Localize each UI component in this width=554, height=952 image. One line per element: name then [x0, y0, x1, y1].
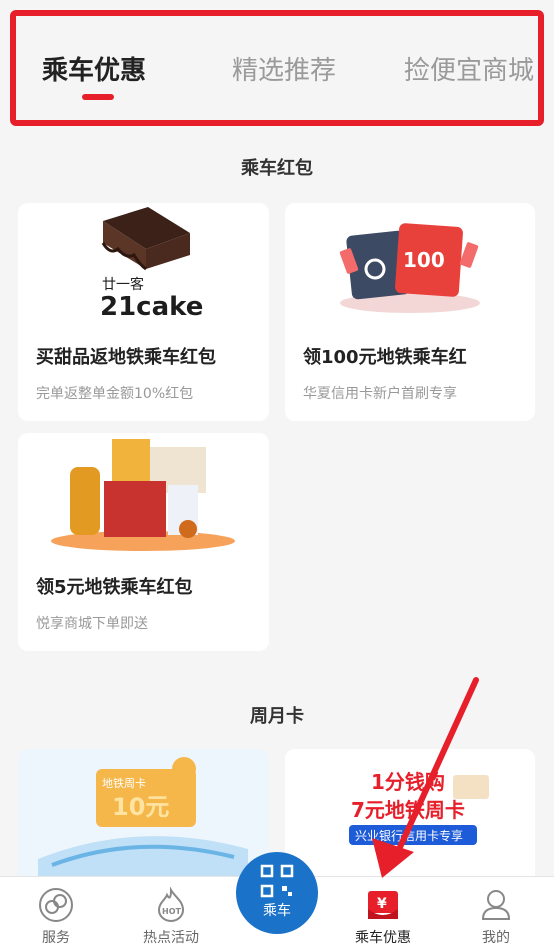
product-bundle-image — [51, 439, 235, 551]
promo-card-5-yuan[interactable]: 领5元地铁乘车红包 悦享商城下单即送 — [18, 433, 269, 651]
user-icon — [481, 890, 511, 920]
card-subtitle: 华夏信用卡新户首刷专享 — [303, 386, 457, 402]
card-title: 买甜品返地铁乘车红包 — [36, 347, 216, 368]
red-packet-cards-image: 100 — [339, 223, 480, 313]
svg-text:HOT: HOT — [162, 907, 181, 916]
nav-label-hot: 热点活动 — [143, 930, 199, 946]
metro-10-yuan-card-image: 地铁周卡 10元 — [18, 749, 269, 889]
period-card-tag: 地铁周卡 — [102, 777, 146, 790]
period-card-10-yuan[interactable]: 地铁周卡 10元 — [18, 749, 269, 889]
nav-label-mine: 我的 — [482, 930, 510, 946]
logo-brand-text: 21cake — [100, 292, 203, 322]
nav-hot-activity[interactable]: HOT 热点活动 — [121, 877, 221, 952]
metro-week-card-promo-image: 1分钱购 7元地铁周卡 兴业银行信用卡专享 — [349, 770, 489, 845]
card-subtitle: 完单返整单金额10%红包 — [36, 386, 194, 402]
tab-featured[interactable]: 精选推荐 — [232, 50, 336, 87]
amount-text: 100 — [403, 248, 445, 272]
tab-bar: 乘车优惠 精选推荐 捡便宜商城 — [10, 10, 544, 126]
promo-card-100-yuan[interactable]: 100 领100元地铁乘车红 华夏信用卡新户首刷专享 — [285, 203, 535, 421]
nav-label-service: 服务 — [42, 930, 70, 946]
nav-label-coupon: 乘车优惠 — [355, 930, 411, 946]
card-title: 领100元地铁乘车红 — [303, 347, 467, 368]
tab-ride-discount[interactable]: 乘车优惠 — [42, 50, 146, 87]
hot-flame-icon: HOT — [157, 887, 185, 922]
promo-line-2: 7元地铁周卡 — [351, 798, 465, 822]
qr-code-icon — [260, 864, 294, 898]
21cake-logo-image: 廿一客 21cake — [100, 207, 203, 322]
card-title: 领5元地铁乘车红包 — [36, 577, 193, 598]
active-tab-indicator — [82, 94, 114, 100]
logo-cn-text: 廿一客 — [102, 276, 144, 293]
section-title-red-packet: 乘车红包 — [241, 158, 313, 179]
promo-line-1: 1分钱购 — [371, 770, 445, 794]
tab-bargain-mall[interactable]: 捡便宜商城 — [404, 50, 534, 87]
coupon-yen-icon: ¥ — [368, 891, 398, 919]
svg-text:¥: ¥ — [377, 896, 387, 912]
period-card-price: 10元 — [112, 793, 169, 821]
ride-label: 乘车 — [263, 903, 291, 919]
period-card-week-promo[interactable]: 1分钱购 7元地铁周卡 兴业银行信用卡专享 — [285, 749, 535, 889]
card-subtitle: 悦享商城下单即送 — [36, 616, 148, 632]
promo-card-21cake[interactable]: 廿一客 21cake 买甜品返地铁乘车红包 完单返整单金额10%红包 — [18, 203, 269, 421]
service-icon — [39, 888, 73, 922]
nav-mine[interactable]: 我的 — [446, 877, 546, 952]
ride-qr-button[interactable]: 乘车 — [236, 852, 318, 934]
section-title-period-card: 周月卡 — [250, 706, 304, 727]
nav-service[interactable]: 服务 — [6, 877, 106, 952]
promo-line-3: 兴业银行信用卡专享 — [355, 828, 463, 843]
nav-ride-discount[interactable]: ¥ 乘车优惠 — [333, 877, 433, 952]
